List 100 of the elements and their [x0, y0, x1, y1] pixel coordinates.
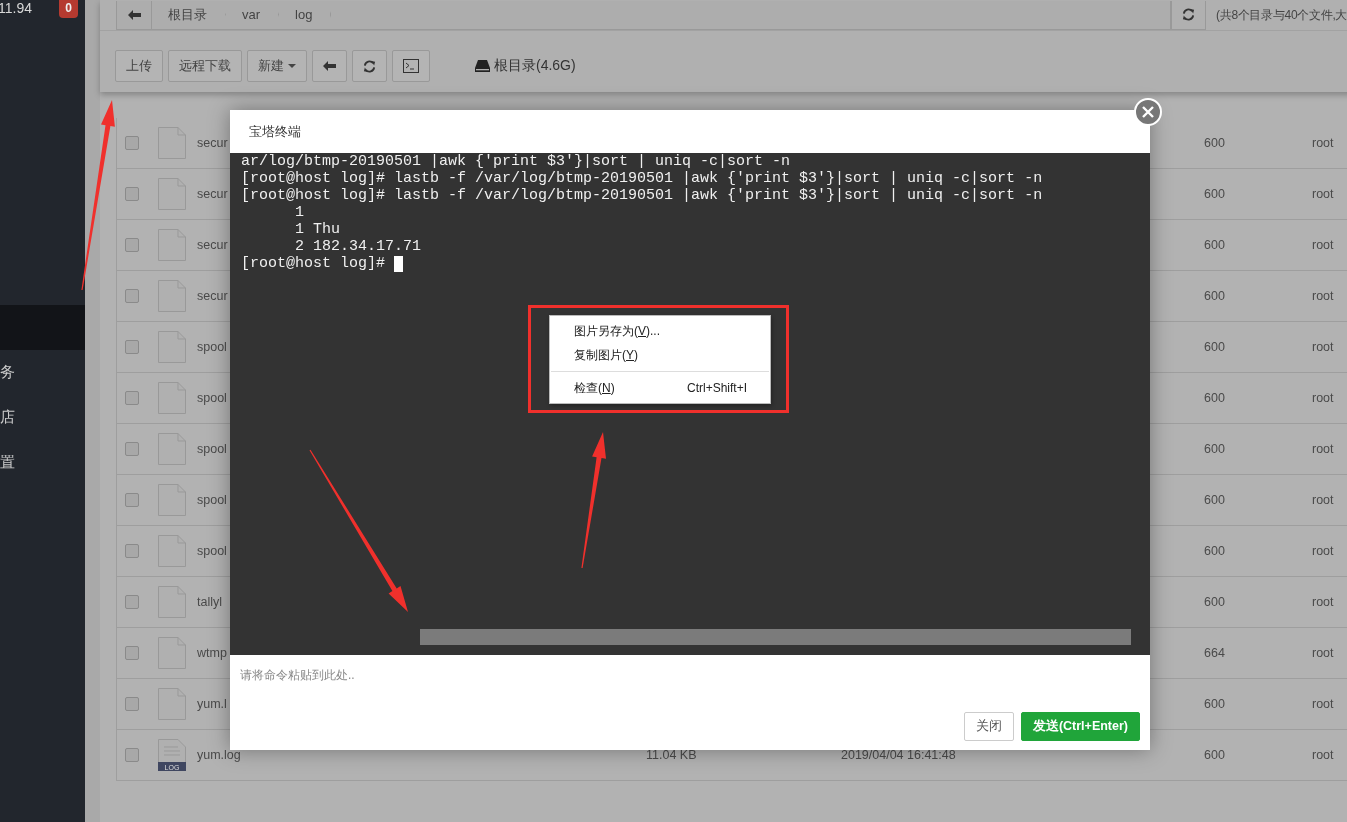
dialog-title: 宝塔终端 — [248, 122, 302, 141]
file-permission: 600 — [1204, 136, 1225, 150]
file-icon — [158, 535, 186, 567]
refresh-button[interactable] — [352, 50, 387, 82]
file-owner: root — [1312, 544, 1334, 558]
terminal-line: [root@host log]# — [241, 255, 386, 272]
file-icon — [158, 433, 186, 465]
file-name[interactable]: secur — [197, 187, 228, 201]
file-permission: 600 — [1204, 595, 1225, 609]
refresh-button[interactable] — [1171, 0, 1206, 30]
file-name[interactable]: spool — [197, 340, 227, 354]
file-permission: 600 — [1204, 289, 1225, 303]
file-name[interactable]: spool — [197, 544, 227, 558]
file-permission: 600 — [1204, 748, 1225, 762]
file-permission: 600 — [1204, 493, 1225, 507]
file-owner: root — [1312, 238, 1334, 252]
row-checkbox[interactable] — [125, 238, 139, 252]
toolbar-button[interactable]: 上传 — [115, 50, 163, 82]
modified-time: 2019/04/04 16:41:48 — [841, 748, 956, 762]
row-checkbox[interactable] — [125, 187, 139, 201]
file-permission: 600 — [1204, 238, 1225, 252]
menu-shortcut: Ctrl+Shift+I — [686, 381, 747, 395]
terminal-line: 1 Thu — [294, 221, 341, 238]
sidebar-item[interactable] — [0, 305, 85, 350]
sidebar-item[interactable]: 置 — [0, 440, 85, 485]
row-checkbox[interactable] — [125, 697, 139, 711]
terminal-line: [root@host log]# lastb -f /var/log/btmp-20190501 |awk {'print $3'}|sort | uniq -c|sort -n — [241, 170, 1043, 187]
file-owner: root — [1312, 289, 1334, 303]
command-input[interactable]: 请将命令粘贴到此处.. — [230, 655, 1150, 712]
sidebar-item[interactable]: 店 — [0, 395, 85, 440]
refresh-icon — [1182, 8, 1195, 21]
file-owner: root — [1312, 697, 1334, 711]
file-permission: 664 — [1204, 646, 1225, 660]
file-owner: root — [1312, 646, 1334, 660]
menu-item[interactable]: 图片另存为(V)... — [574, 322, 660, 340]
row-checkbox[interactable] — [125, 544, 139, 558]
file-icon — [158, 331, 186, 363]
back-arrow-icon — [127, 9, 141, 20]
file-permission: 600 — [1204, 187, 1225, 201]
toolbar-button[interactable]: 远程下载 — [168, 50, 242, 82]
terminal-button[interactable] — [392, 50, 430, 82]
file-icon — [158, 280, 186, 312]
menu-item[interactable]: 检查(N) — [574, 379, 615, 397]
file-icon — [158, 382, 186, 414]
new-dropdown-button[interactable]: 新建 — [247, 50, 307, 82]
back-arrow-icon — [323, 61, 336, 71]
terminal-line: 1 — [294, 204, 304, 221]
close-button[interactable]: 关闭 — [963, 712, 1014, 741]
row-checkbox[interactable] — [125, 442, 139, 456]
row-checkbox[interactable] — [125, 340, 139, 354]
row-checkbox[interactable] — [125, 595, 139, 609]
file-icon — [158, 484, 186, 516]
file-permission: 600 — [1204, 442, 1225, 456]
file-name[interactable]: yum.l — [197, 697, 227, 711]
file-permission: 600 — [1204, 697, 1225, 711]
sidebar-item[interactable]: 务 — [0, 350, 85, 395]
notification-count: 0 — [59, 0, 78, 18]
row-checkbox[interactable] — [125, 748, 139, 762]
breadcrumb-item[interactable]: log — [279, 0, 332, 29]
file-permission: 600 — [1204, 340, 1225, 354]
file-owner: root — [1312, 493, 1334, 507]
refresh-icon — [363, 59, 376, 73]
terminal-icon — [403, 59, 419, 73]
file-name[interactable]: spool — [197, 493, 227, 507]
file-name[interactable]: spool — [197, 391, 227, 405]
caret-icon — [288, 64, 296, 68]
file-icon — [158, 127, 186, 159]
file-owner: root — [1312, 442, 1334, 456]
horizontal-scrollbar[interactable] — [420, 629, 1131, 645]
disk-label: 根目录(4.6G) — [494, 57, 576, 75]
close-icon — [1142, 106, 1154, 118]
terminal-line: 2 182.34.17.71 — [294, 238, 422, 255]
file-owner: root — [1312, 595, 1334, 609]
row-checkbox[interactable] — [125, 136, 139, 150]
breadcrumb-item[interactable]: var — [226, 0, 280, 29]
file-name[interactable]: secur — [197, 238, 228, 252]
menu-item[interactable]: 复制图片(Y) — [574, 346, 638, 364]
file-name[interactable]: wtmp — [197, 646, 227, 660]
directory-summary: (共8个目录与40个文件,大 — [1216, 6, 1347, 24]
breadcrumb-item[interactable]: 根目录 — [152, 0, 226, 29]
file-icon — [158, 178, 186, 210]
row-checkbox[interactable] — [125, 289, 139, 303]
row-checkbox[interactable] — [125, 391, 139, 405]
row-checkbox[interactable] — [125, 646, 139, 660]
file-name[interactable]: spool — [197, 442, 227, 456]
file-name[interactable]: secur — [197, 289, 228, 303]
file-icon — [158, 688, 186, 720]
file-owner: root — [1312, 340, 1334, 354]
send-button[interactable]: 发送(Ctrl+Enter) — [1020, 712, 1140, 741]
file-name[interactable]: tallyl — [197, 595, 222, 609]
file-name[interactable]: secur — [197, 136, 228, 150]
file-size: 11.04 KB — [646, 748, 697, 762]
file-permission: 600 — [1204, 544, 1225, 558]
row-checkbox[interactable] — [125, 493, 139, 507]
file-icon — [158, 586, 186, 618]
terminal-line: [root@host log]# lastb -f /var/log/btmp-20190501 |awk {'print $3'}|sort | uniq -c|sort -n — [241, 187, 1043, 204]
file-owner: root — [1312, 136, 1334, 150]
back-button[interactable] — [312, 50, 347, 82]
file-name[interactable]: yum.log — [197, 748, 241, 762]
file-icon — [158, 229, 186, 261]
